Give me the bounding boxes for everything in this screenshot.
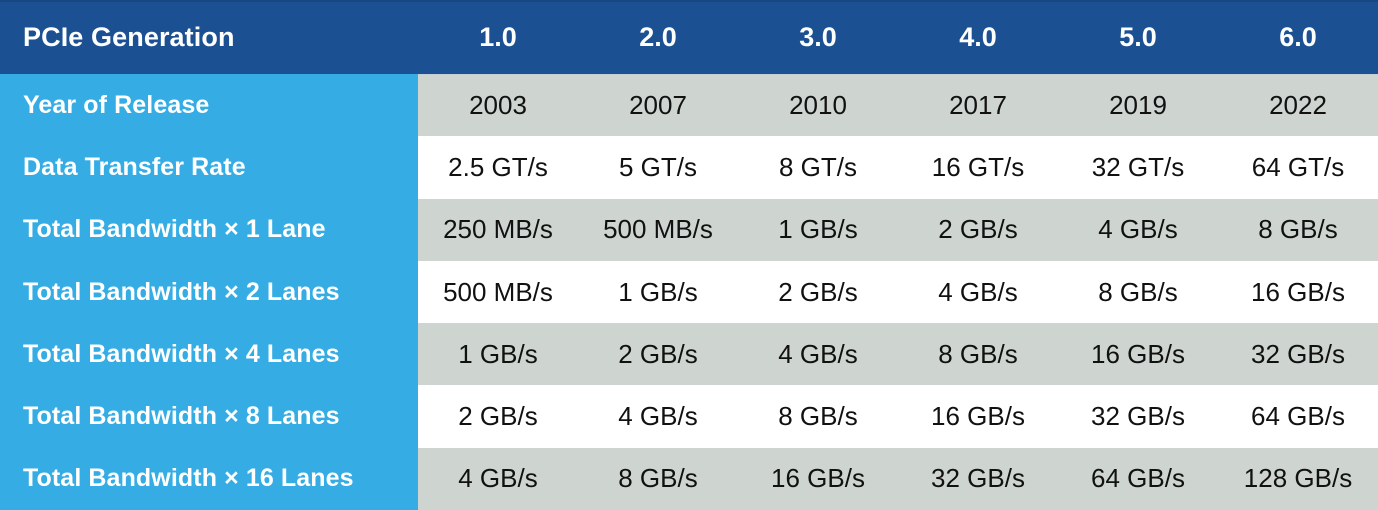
cell-year-of-release-gen-2: 2007: [578, 74, 738, 137]
cell-bandwidth-1-lane-gen-6: 8 GB/s: [1218, 198, 1378, 261]
cell-bandwidth-8-lanes-gen-2: 4 GB/s: [578, 385, 738, 448]
table-header: PCIe Generation 1.0 2.0 3.0 4.0 5.0 6.0: [0, 0, 1378, 74]
cell-bandwidth-1-lane-gen-5: 4 GB/s: [1058, 198, 1218, 261]
table-body: Year of Release 2003 2007 2010 2017 2019…: [0, 74, 1378, 510]
cell-bandwidth-16-lanes-gen-5: 64 GB/s: [1058, 447, 1218, 510]
cell-data-transfer-rate-gen-5: 32 GT/s: [1058, 136, 1218, 199]
cell-bandwidth-16-lanes-gen-3: 16 GB/s: [738, 447, 898, 510]
cell-bandwidth-8-lanes-gen-6: 64 GB/s: [1218, 385, 1378, 448]
row-label-data-transfer-rate: Data Transfer Rate: [0, 136, 418, 199]
header-cell-gen-5: 5.0: [1058, 0, 1218, 74]
cell-year-of-release-gen-5: 2019: [1058, 74, 1218, 137]
row-label-bandwidth-2-lanes: Total Bandwidth × 2 Lanes: [0, 260, 418, 324]
cell-bandwidth-1-lane-gen-3: 1 GB/s: [738, 198, 898, 261]
row-label-bandwidth-16-lanes: Total Bandwidth × 16 Lanes: [0, 447, 418, 510]
cell-data-transfer-rate-gen-2: 5 GT/s: [578, 136, 738, 199]
header-row: PCIe Generation 1.0 2.0 3.0 4.0 5.0 6.0: [0, 0, 1378, 74]
header-cell-gen-4: 4.0: [898, 0, 1058, 74]
cell-year-of-release-gen-1: 2003: [418, 74, 578, 137]
cell-data-transfer-rate-gen-1: 2.5 GT/s: [418, 136, 578, 199]
cell-bandwidth-1-lane-gen-1: 250 MB/s: [418, 198, 578, 261]
table-row: Total Bandwidth × 2 Lanes 500 MB/s 1 GB/…: [0, 260, 1378, 324]
table-row: Total Bandwidth × 4 Lanes 1 GB/s 2 GB/s …: [0, 323, 1378, 386]
cell-bandwidth-16-lanes-gen-6: 128 GB/s: [1218, 447, 1378, 510]
table-row: Total Bandwidth × 1 Lane 250 MB/s 500 MB…: [0, 198, 1378, 261]
cell-bandwidth-2-lanes-gen-4: 4 GB/s: [898, 260, 1058, 324]
row-label-bandwidth-1-lane: Total Bandwidth × 1 Lane: [0, 198, 418, 261]
row-label-bandwidth-4-lanes: Total Bandwidth × 4 Lanes: [0, 323, 418, 386]
cell-bandwidth-8-lanes-gen-4: 16 GB/s: [898, 385, 1058, 448]
cell-bandwidth-2-lanes-gen-2: 1 GB/s: [578, 260, 738, 324]
cell-bandwidth-8-lanes-gen-3: 8 GB/s: [738, 385, 898, 448]
header-cell-gen-6: 6.0: [1218, 0, 1378, 74]
row-label-year-of-release: Year of Release: [0, 74, 418, 137]
cell-bandwidth-16-lanes-gen-2: 8 GB/s: [578, 447, 738, 510]
cell-bandwidth-2-lanes-gen-6: 16 GB/s: [1218, 260, 1378, 324]
cell-year-of-release-gen-3: 2010: [738, 74, 898, 137]
table-row: Data Transfer Rate 2.5 GT/s 5 GT/s 8 GT/…: [0, 136, 1378, 199]
cell-bandwidth-1-lane-gen-2: 500 MB/s: [578, 198, 738, 261]
cell-bandwidth-4-lanes-gen-3: 4 GB/s: [738, 323, 898, 386]
cell-data-transfer-rate-gen-4: 16 GT/s: [898, 136, 1058, 199]
cell-bandwidth-1-lane-gen-4: 2 GB/s: [898, 198, 1058, 261]
cell-bandwidth-4-lanes-gen-5: 16 GB/s: [1058, 323, 1218, 386]
table-row: Total Bandwidth × 8 Lanes 2 GB/s 4 GB/s …: [0, 385, 1378, 448]
cell-bandwidth-8-lanes-gen-1: 2 GB/s: [418, 385, 578, 448]
cell-year-of-release-gen-6: 2022: [1218, 74, 1378, 137]
cell-data-transfer-rate-gen-6: 64 GT/s: [1218, 136, 1378, 199]
table-row: Total Bandwidth × 16 Lanes 4 GB/s 8 GB/s…: [0, 447, 1378, 510]
cell-data-transfer-rate-gen-3: 8 GT/s: [738, 136, 898, 199]
header-cell-gen-2: 2.0: [578, 0, 738, 74]
cell-bandwidth-16-lanes-gen-1: 4 GB/s: [418, 447, 578, 510]
table-row: Year of Release 2003 2007 2010 2017 2019…: [0, 74, 1378, 137]
cell-year-of-release-gen-4: 2017: [898, 74, 1058, 137]
cell-bandwidth-2-lanes-gen-5: 8 GB/s: [1058, 260, 1218, 324]
cell-bandwidth-2-lanes-gen-3: 2 GB/s: [738, 260, 898, 324]
header-cell-gen-1: 1.0: [418, 0, 578, 74]
header-cell-pcie-generation: PCIe Generation: [0, 0, 418, 74]
row-label-bandwidth-8-lanes: Total Bandwidth × 8 Lanes: [0, 385, 418, 448]
cell-bandwidth-16-lanes-gen-4: 32 GB/s: [898, 447, 1058, 510]
cell-bandwidth-4-lanes-gen-1: 1 GB/s: [418, 323, 578, 386]
cell-bandwidth-4-lanes-gen-6: 32 GB/s: [1218, 323, 1378, 386]
cell-bandwidth-4-lanes-gen-4: 8 GB/s: [898, 323, 1058, 386]
header-cell-gen-3: 3.0: [738, 0, 898, 74]
cell-bandwidth-8-lanes-gen-5: 32 GB/s: [1058, 385, 1218, 448]
cell-bandwidth-4-lanes-gen-2: 2 GB/s: [578, 323, 738, 386]
pcie-generation-table: PCIe Generation 1.0 2.0 3.0 4.0 5.0 6.0 …: [0, 0, 1378, 510]
cell-bandwidth-2-lanes-gen-1: 500 MB/s: [418, 260, 578, 324]
